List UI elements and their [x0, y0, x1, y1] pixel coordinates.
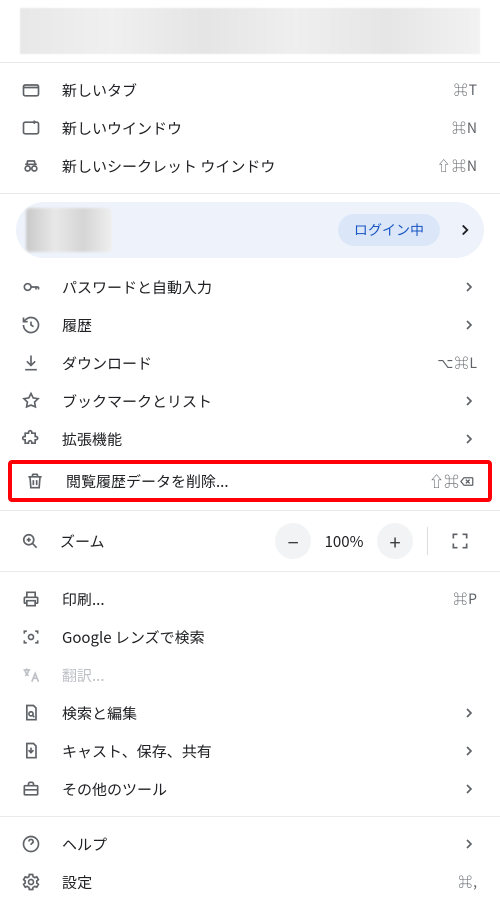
chrome-main-menu: 新しいタブ ⌘T 新しいウインドウ ⌘N 新しいシークレット ウインドウ ⇧⌘N… [0, 0, 500, 901]
star-icon [20, 390, 42, 412]
gear-icon [20, 871, 42, 893]
menu-item-cast-save-share[interactable]: キャスト、保存、共有 [0, 732, 500, 770]
menu-item-label: 翻訳... [62, 665, 478, 686]
shortcut: ⌘N [452, 118, 478, 138]
menu-item-label: ダウンロード [62, 353, 417, 374]
chevron-right-icon [460, 704, 478, 722]
menu-header-redacted [20, 8, 480, 54]
menu-item-new-incognito[interactable]: 新しいシークレット ウインドウ ⇧⌘N [0, 147, 500, 185]
menu-item-label: ブックマークとリスト [62, 391, 440, 412]
zoom-controls: − 100% + [275, 523, 478, 559]
menu-item-bookmarks[interactable]: ブックマークとリスト [0, 382, 500, 420]
menu-item-settings[interactable]: 設定 ⌘, [0, 863, 500, 901]
chevron-right-icon [460, 316, 478, 334]
menu-item-new-tab[interactable]: 新しいタブ ⌘T [0, 71, 500, 109]
menu-item-translate: 翻訳... [0, 656, 500, 694]
menu-item-clear-browsing-data[interactable]: 閲覧履歴データを削除... ⇧⌘ [12, 464, 488, 498]
shortcut: ⌥⌘L [437, 353, 478, 373]
menu-item-label: キャスト、保存、共有 [62, 741, 440, 762]
menu-item-label: 新しいタブ [62, 80, 434, 101]
zoom-out-button[interactable]: − [275, 523, 311, 559]
zoom-value: 100% [317, 531, 371, 552]
menu-item-label: 履歴 [62, 315, 440, 336]
separator [0, 816, 500, 817]
account-info-redacted [26, 208, 112, 252]
cast-save-icon [20, 740, 42, 762]
history-icon [20, 314, 42, 336]
menu-item-more-tools[interactable]: その他のツール [0, 770, 500, 808]
puzzle-icon [20, 428, 42, 450]
menu-item-label: 拡張機能 [62, 429, 440, 450]
print-icon [20, 588, 42, 610]
divider [427, 527, 428, 555]
chevron-right-icon [460, 278, 478, 296]
chevron-right-icon [456, 221, 474, 239]
zoom-in-button[interactable]: + [377, 523, 413, 559]
magnifier-icon [20, 531, 40, 551]
menu-item-label: 新しいシークレット ウインドウ [62, 156, 417, 177]
key-icon [20, 276, 42, 298]
menu-item-label: その他のツール [62, 779, 440, 800]
shortcut: ⌘T [454, 80, 478, 100]
login-status-badge: ログイン中 [338, 214, 440, 246]
menu-item-zoom: ズーム − 100% + [0, 519, 500, 563]
shortcut: ⌘, [458, 872, 478, 892]
menu-item-extensions[interactable]: 拡張機能 [0, 420, 500, 458]
menu-item-find-edit[interactable]: 検索と編集 [0, 694, 500, 732]
menu-item-print[interactable]: 印刷... ⌘P [0, 580, 500, 618]
camera-lens-icon [20, 626, 42, 648]
menu-item-label: 設定 [62, 872, 438, 893]
chevron-right-icon [460, 430, 478, 448]
chevron-right-icon [460, 780, 478, 798]
chevron-right-icon [460, 835, 478, 853]
menu-item-label: 印刷... [62, 589, 433, 610]
menu-item-label: ヘルプ [62, 834, 440, 855]
help-icon [20, 833, 42, 855]
chevron-right-icon [460, 742, 478, 760]
shortcut: ⌘P [453, 589, 478, 609]
menu-item-downloads[interactable]: ダウンロード ⌥⌘L [0, 344, 500, 382]
fullscreen-button[interactable] [442, 523, 478, 559]
separator [0, 571, 500, 572]
tab-icon [20, 79, 42, 101]
separator [0, 510, 500, 511]
separator [0, 193, 500, 194]
menu-item-help[interactable]: ヘルプ [0, 825, 500, 863]
incognito-icon [20, 155, 42, 177]
document-search-icon [20, 702, 42, 724]
shortcut: ⇧⌘N [437, 156, 478, 176]
menu-item-google-lens[interactable]: Google レンズで検索 [0, 618, 500, 656]
chevron-right-icon [460, 392, 478, 410]
menu-item-new-window[interactable]: 新しいウインドウ ⌘N [0, 109, 500, 147]
annotation-highlight: 閲覧履歴データを削除... ⇧⌘ [8, 460, 492, 502]
menu-item-label: 検索と編集 [62, 703, 440, 724]
menu-item-label: 新しいウインドウ [62, 118, 432, 139]
separator [0, 62, 500, 63]
download-icon [20, 352, 42, 374]
menu-item-account[interactable]: ログイン中 [16, 202, 484, 258]
trash-icon [24, 470, 46, 492]
menu-item-passwords[interactable]: パスワードと自動入力 [0, 268, 500, 306]
menu-item-label: 閲覧履歴データを削除... [66, 471, 409, 492]
toolbox-icon [20, 778, 42, 800]
menu-item-label: パスワードと自動入力 [62, 277, 440, 298]
new-window-icon [20, 117, 42, 139]
menu-item-label: Google レンズで検索 [62, 627, 478, 648]
translate-icon [20, 664, 42, 686]
zoom-label: ズーム [60, 531, 255, 552]
menu-item-history[interactable]: 履歴 [0, 306, 500, 344]
shortcut: ⇧⌘ [429, 471, 474, 492]
